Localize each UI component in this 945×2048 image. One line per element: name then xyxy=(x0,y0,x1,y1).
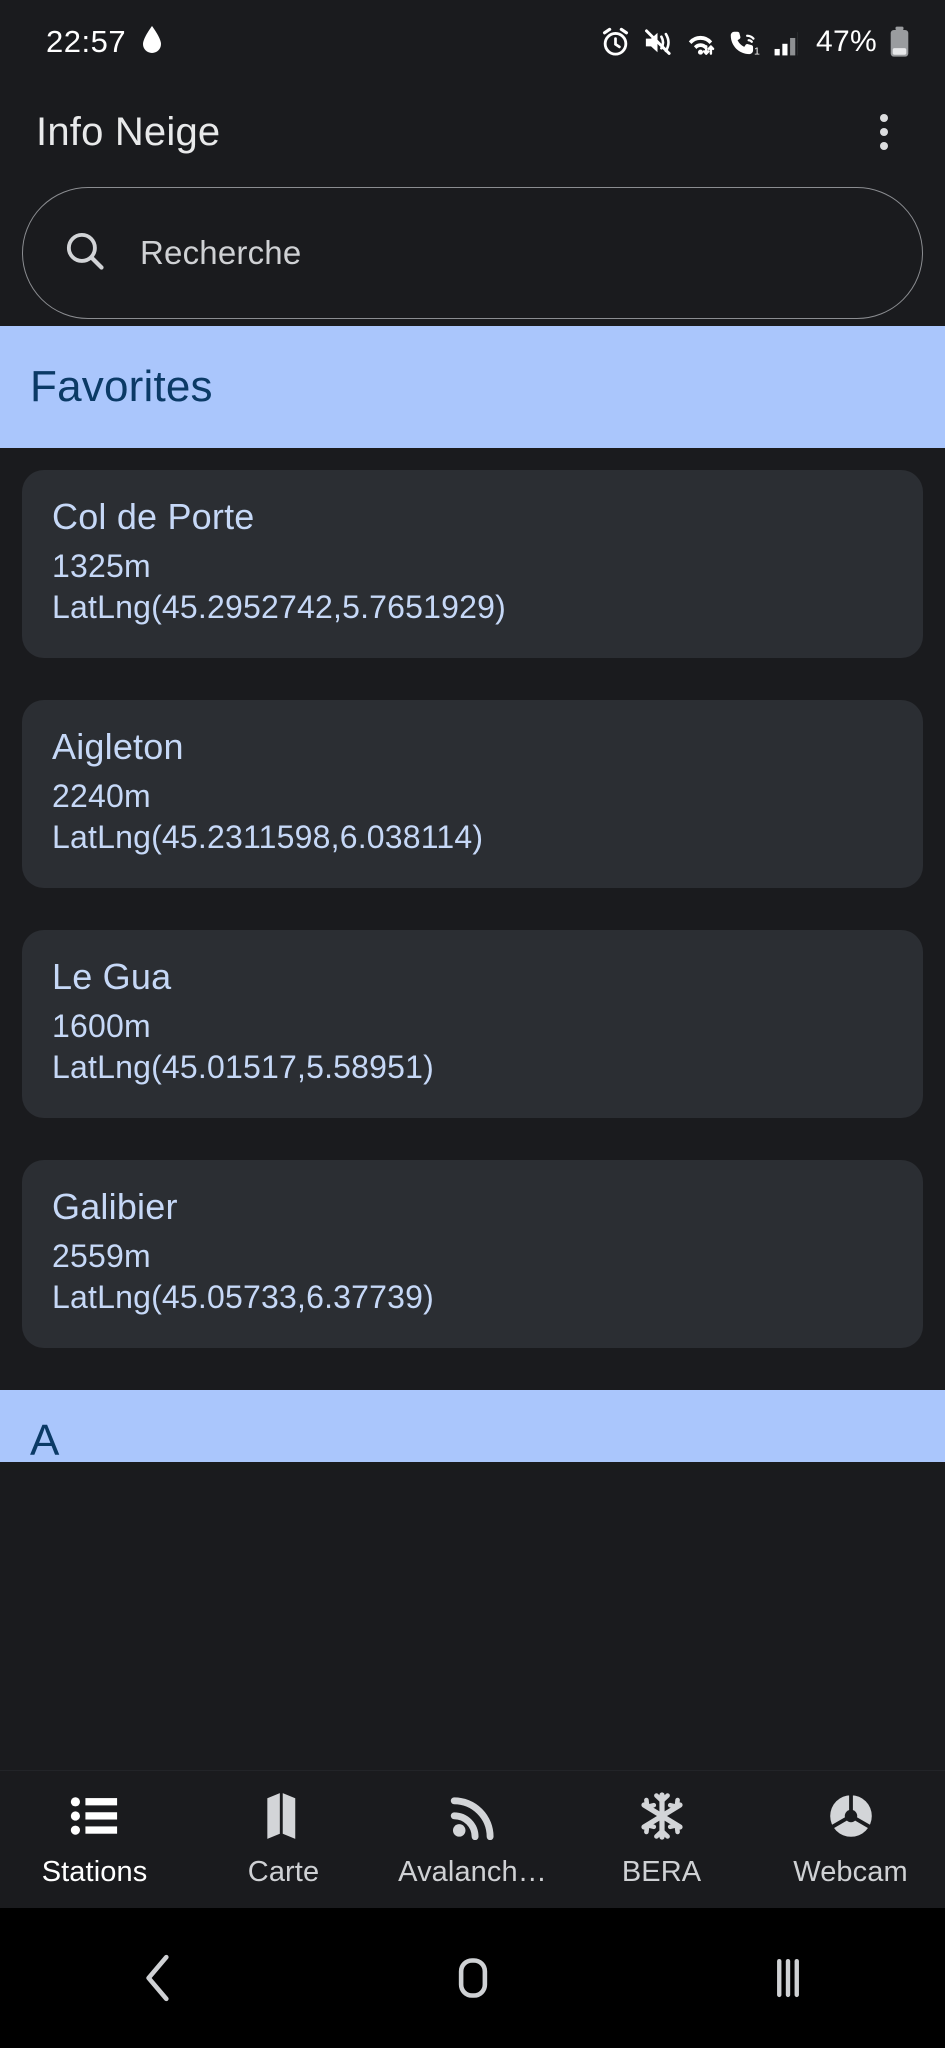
home-button[interactable] xyxy=(315,1953,630,2003)
tab-label: Carte xyxy=(247,1856,320,1888)
overflow-menu-button[interactable] xyxy=(853,101,915,163)
app-bar: Info Neige xyxy=(0,84,945,180)
tab-carte[interactable]: Carte xyxy=(189,1790,378,1889)
snowflake-icon xyxy=(638,1790,686,1842)
overflow-dot xyxy=(880,114,888,122)
list-item[interactable]: Aigleton 2240m LatLng(45.2311598,6.03811… xyxy=(22,699,923,888)
battery-icon xyxy=(888,26,911,58)
station-altitude: 1600m xyxy=(52,1007,151,1044)
station-name: Galibier xyxy=(52,1185,178,1227)
station-list-scroll[interactable]: Favorites Col de Porte 1325m LatLng(45.2… xyxy=(0,326,945,1770)
bottom-navigation: Stations Carte Avalanch… BERA Webcam xyxy=(0,1770,945,1908)
water-drop-icon xyxy=(140,25,164,60)
alarm-icon xyxy=(600,27,631,58)
section-header-label: Favorites xyxy=(30,362,213,411)
search-placeholder: Recherche xyxy=(140,234,302,271)
list-icon xyxy=(70,1790,120,1842)
station-altitude: 1325m xyxy=(52,548,151,584)
station-latlng: LatLng(45.2311598,6.038114) xyxy=(52,818,484,855)
section-header-label: A xyxy=(30,1415,60,1462)
back-icon xyxy=(136,1953,180,2003)
svg-text:1: 1 xyxy=(754,45,760,57)
station-name: Le Gua xyxy=(52,955,172,997)
favorites-card-list: Col de Porte 1325m LatLng(45.2952742,5.7… xyxy=(0,448,945,1348)
tab-stations[interactable]: Stations xyxy=(0,1790,189,1889)
station-name: Col de Porte xyxy=(52,496,255,537)
wifi-calling-icon: 1 xyxy=(728,27,762,58)
station-latlng: LatLng(45.05733,6.37739) xyxy=(52,1278,435,1315)
station-name: Aigleton xyxy=(52,725,184,767)
rss-icon xyxy=(450,1790,496,1842)
section-header-favorites: Favorites xyxy=(0,326,945,448)
search-icon xyxy=(63,229,107,278)
station-altitude: 2559m xyxy=(52,1237,151,1274)
search-bar-container: Recherche xyxy=(0,180,945,326)
status-bar: 22:57 1 47% xyxy=(0,0,945,84)
station-latlng: LatLng(45.01517,5.58951) xyxy=(52,1048,435,1085)
back-button[interactable] xyxy=(0,1953,315,2003)
station-latlng: LatLng(45.2952742,5.7651929) xyxy=(52,588,507,625)
tab-label: Webcam xyxy=(793,1856,908,1888)
list-item[interactable]: Galibier 2559m LatLng(45.05733,6.37739) xyxy=(22,1159,923,1348)
tab-bera[interactable]: BERA xyxy=(567,1790,756,1889)
status-bar-left: 22:57 xyxy=(46,24,164,60)
cellular-signal-icon xyxy=(773,27,802,58)
tab-label: BERA xyxy=(621,1856,702,1888)
overflow-dot xyxy=(880,128,888,136)
tab-webcam[interactable]: Webcam xyxy=(756,1790,945,1889)
page-title: Info Neige xyxy=(36,109,221,154)
list-item[interactable]: Col de Porte 1325m LatLng(45.2952742,5.7… xyxy=(22,470,923,658)
status-time: 22:57 xyxy=(46,24,127,59)
recents-button[interactable] xyxy=(630,1953,945,2003)
tab-label: Avalanch… xyxy=(398,1856,547,1888)
mute-vibrate-icon xyxy=(642,27,673,58)
android-navigation-bar xyxy=(0,1908,945,2048)
battery-percent: 47% xyxy=(816,25,877,58)
tab-label: Stations xyxy=(41,1856,148,1888)
camera-aperture-icon xyxy=(827,1790,875,1842)
status-bar-right: 1 47% xyxy=(600,25,911,59)
map-icon xyxy=(262,1790,306,1842)
section-header-next: A xyxy=(0,1389,945,1462)
wifi-icon xyxy=(684,27,717,58)
search-input[interactable]: Recherche xyxy=(22,187,923,319)
overflow-dot xyxy=(880,142,888,150)
recents-icon xyxy=(766,1953,810,2003)
home-icon xyxy=(451,1953,495,2003)
list-item[interactable]: Le Gua 1600m LatLng(45.01517,5.58951) xyxy=(22,929,923,1118)
tab-avalanche[interactable]: Avalanch… xyxy=(378,1790,567,1889)
station-altitude: 2240m xyxy=(52,777,151,814)
phone-screen: 22:57 1 47% Info Neige Recherche Favorit… xyxy=(0,0,945,2048)
